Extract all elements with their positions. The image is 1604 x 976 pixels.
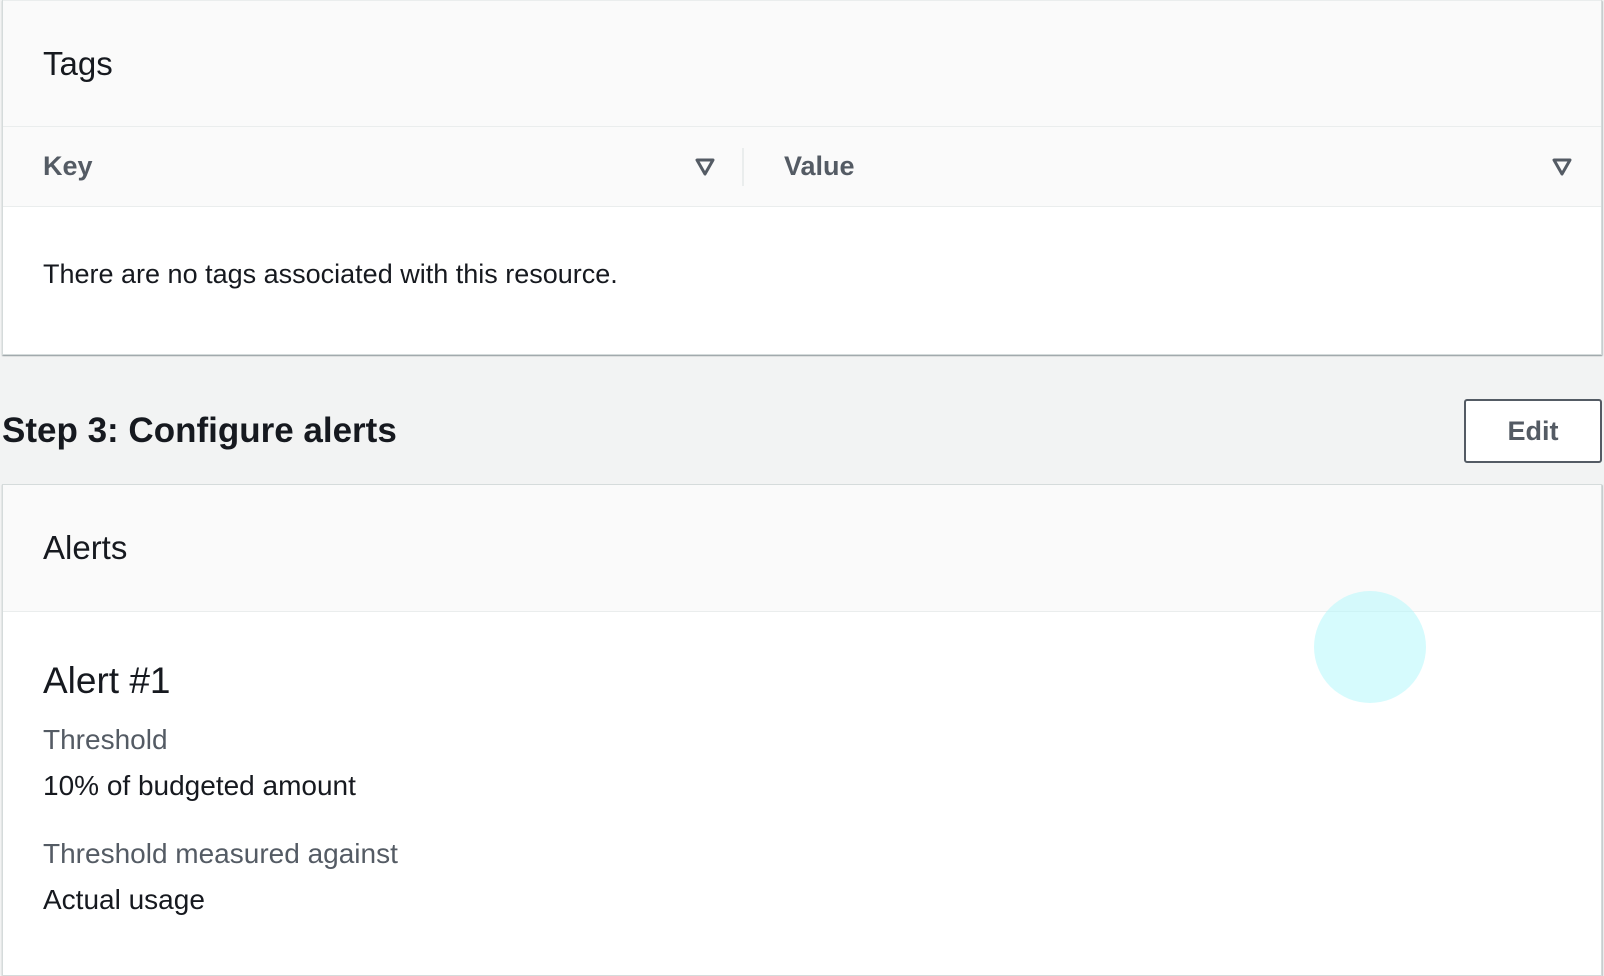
- tags-panel-header: Tags: [3, 0, 1601, 127]
- column-header-value[interactable]: Value: [744, 148, 1601, 186]
- sort-down-icon[interactable]: [1551, 157, 1573, 177]
- threshold-measured-against-label: Threshold measured against: [43, 838, 398, 869]
- alert-title: Alert #1: [43, 660, 171, 701]
- step-3-header: Step 3: Configure alerts Edit: [2, 396, 1602, 466]
- column-label-value: Value: [784, 151, 855, 181]
- threshold-measured-against-value: Actual usage: [43, 884, 205, 915]
- alert-body: Alert #1 Threshold 10% of budgeted amoun…: [3, 612, 1601, 916]
- tags-panel: Tags Key Value There are no tags associa…: [2, 0, 1602, 355]
- edit-button[interactable]: Edit: [1464, 399, 1602, 463]
- page: Tags Key Value There are no tags associa…: [0, 0, 1604, 976]
- alerts-panel-title: Alerts: [43, 529, 128, 566]
- threshold-label: Threshold: [43, 724, 168, 755]
- column-label-key: Key: [43, 151, 93, 181]
- tags-table-header: Key Value: [3, 127, 1601, 207]
- alerts-panel: Alerts Alert #1 Threshold 10% of budgete…: [2, 484, 1602, 976]
- tags-empty-message: There are no tags associated with this r…: [43, 259, 618, 289]
- column-header-key[interactable]: Key: [3, 147, 744, 186]
- step-3-title: Step 3: Configure alerts: [2, 411, 397, 450]
- threshold-value: 10% of budgeted amount: [43, 770, 356, 801]
- tags-panel-title: Tags: [43, 44, 113, 82]
- sort-down-icon[interactable]: [694, 157, 716, 177]
- alerts-panel-header: Alerts: [3, 485, 1601, 612]
